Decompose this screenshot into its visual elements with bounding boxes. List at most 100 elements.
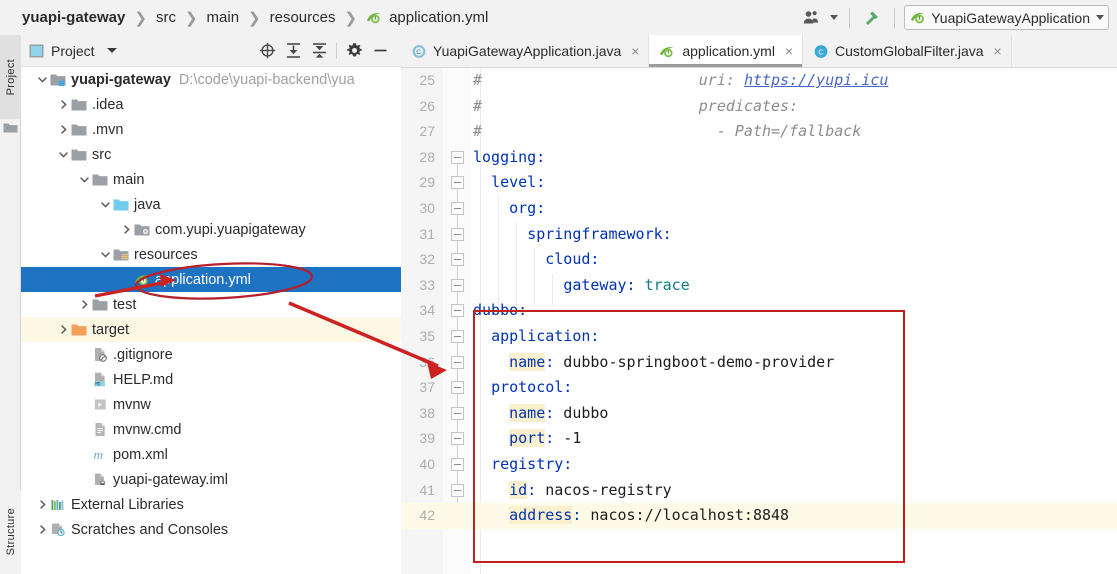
project-panel: Project yuapi-gateway D:\code\yuapi-back… — [21, 35, 401, 574]
editor-tab-customglobalfilter-java[interactable]: C CustomGlobalFilter.java × — [802, 35, 1012, 67]
tree-node-path: D:\code\yuapi-backend\yua — [178, 71, 355, 88]
breadcrumb-item-1[interactable]: src — [156, 9, 176, 26]
tree-node-help-md[interactable]: MD HELP.md — [21, 367, 401, 392]
java-class-icon: C — [411, 44, 427, 59]
tree-node-label: resources — [134, 246, 198, 263]
chevron-right-icon[interactable] — [56, 92, 70, 117]
module-icon — [49, 67, 67, 92]
scratches-icon — [49, 517, 67, 542]
breadcrumb-item-label: yuapi-gateway — [22, 9, 126, 26]
cmd-file-icon — [91, 417, 109, 442]
run-configuration-selector[interactable]: YuapiGatewayApplication — [904, 5, 1109, 30]
spring-boot-icon — [910, 10, 927, 25]
line-number: 28 — [419, 148, 435, 165]
hide-panel-icon[interactable] — [367, 39, 393, 63]
editor-tab-yuapigatewayapplication-java[interactable]: C YuapiGatewayApplication.java × — [401, 35, 650, 67]
tree-node-java[interactable]: java — [21, 192, 401, 217]
tree-node-main[interactable]: main — [21, 167, 401, 192]
line-number: 39 — [419, 430, 435, 447]
settings-gear-icon[interactable] — [341, 39, 367, 63]
chevron-right-icon[interactable] — [119, 217, 133, 242]
tree-node-external-libraries[interactable]: External Libraries — [21, 492, 401, 517]
toolbar-divider — [336, 42, 337, 59]
editor-tab-label: CustomGlobalFilter.java — [834, 43, 984, 59]
chevron-right-icon[interactable] — [35, 517, 49, 542]
folder-gray-icon — [91, 292, 109, 317]
sidebar-tab-structure[interactable]: Structure — [0, 490, 21, 574]
breadcrumb-separator: ❯ — [344, 9, 358, 27]
tree-node-label: main — [113, 171, 145, 188]
close-icon[interactable]: × — [782, 43, 796, 59]
idea-window: yuapi-gateway ❯ src ❯ main ❯ resources ❯ applica… — [0, 0, 1117, 574]
breadcrumb-separator: ❯ — [134, 9, 147, 27]
line-number: 25 — [419, 72, 435, 88]
breadcrumb-item-label: application.yml — [389, 9, 489, 26]
editor-tab-label: application.yml — [682, 43, 775, 59]
editor-tab-application-yml[interactable]: application.yml × — [649, 35, 803, 67]
chevron-right-icon[interactable] — [56, 117, 70, 142]
tree-node--mvn[interactable]: .mvn — [21, 117, 401, 142]
tree-node-com-yupi-yuapigateway[interactable]: com.yupi.yuapigateway — [21, 217, 401, 242]
code-text: # - Path=/fallback — [473, 122, 862, 141]
collapse-all-icon[interactable] — [306, 39, 332, 63]
tree-node-application-yml[interactable]: application.yml — [21, 267, 401, 292]
editor-scrollbar[interactable] — [1111, 101, 1117, 574]
tree-node-mvnw[interactable]: mvnw — [21, 392, 401, 417]
tree-node-resources[interactable]: resources — [21, 242, 401, 267]
build-hammer-icon[interactable] — [857, 5, 887, 31]
sidebar-tab-project[interactable]: Project — [0, 35, 21, 119]
breadcrumb-separator: ❯ — [248, 9, 261, 27]
chevron-down-icon[interactable] — [77, 167, 91, 192]
chevron-right-icon[interactable] — [35, 492, 49, 517]
select-opened-file-icon[interactable] — [254, 39, 280, 63]
expand-all-icon[interactable] — [280, 39, 306, 63]
tree-node-label: yuapi-gateway.iml — [113, 471, 228, 488]
tree-node-label: target — [92, 321, 130, 338]
tree-node-pom-xml[interactable]: m pom.xml — [21, 442, 401, 467]
breadcrumb-item-4[interactable]: application.yml — [366, 9, 488, 26]
tree-node-target[interactable]: target — [21, 317, 401, 342]
tree-node--idea[interactable]: .idea — [21, 92, 401, 117]
chevron-right-icon[interactable] — [77, 292, 91, 317]
tree-node-yuapi-gateway-iml[interactable]: yuapi-gateway.iml — [21, 467, 401, 492]
chevron-down-icon[interactable] — [98, 192, 112, 217]
tree-node-scratches-and-consoles[interactable]: Scratches and Consoles — [21, 517, 401, 542]
chevron-down-icon[interactable] — [1096, 15, 1104, 20]
editor-tab-label: YuapiGatewayApplication.java — [433, 43, 622, 59]
tree-node--gitignore[interactable]: .gitignore — [21, 342, 401, 367]
user-avatar-icon[interactable] — [796, 5, 826, 31]
code-line-29: 29 level: — [401, 170, 1117, 196]
tree-node-label: .mvn — [92, 121, 124, 138]
tree-node-yuapi-gateway[interactable]: yuapi-gateway D:\code\yuapi-backend\yua — [21, 67, 401, 92]
project-tree[interactable]: yuapi-gateway D:\code\yuapi-backend\yua .i… — [21, 67, 401, 574]
tree-node-label: application.yml — [155, 271, 251, 288]
breadcrumb-item-0[interactable]: yuapi-gateway — [22, 9, 125, 26]
top-breadcrumb-bar: yuapi-gateway ❯ src ❯ main ❯ resources ❯ applica… — [0, 0, 1117, 35]
tree-node-mvnw-cmd[interactable]: mvnw.cmd — [21, 417, 401, 442]
close-icon[interactable]: × — [991, 43, 1005, 59]
sidebar-tab-project-label: Project — [4, 58, 17, 96]
code-line-27: 27 # - Path=/fallback — [401, 119, 1117, 145]
chevron-down-icon[interactable] — [56, 142, 70, 167]
chevron-down-icon[interactable] — [826, 5, 842, 31]
breadcrumb-item-2[interactable]: main — [207, 9, 240, 26]
chevron-down-icon[interactable] — [35, 67, 49, 92]
chevron-down-icon[interactable] — [98, 242, 112, 267]
close-icon[interactable]: × — [628, 43, 642, 59]
svg-text:C: C — [416, 49, 421, 56]
tree-node-label: Scratches and Consoles — [71, 521, 229, 538]
chevron-down-icon[interactable] — [106, 48, 117, 53]
chevron-right-icon[interactable] — [56, 317, 70, 342]
toolbar-divider-2 — [894, 7, 896, 28]
tree-node-label: HELP.md — [113, 371, 174, 388]
script-icon — [91, 392, 109, 417]
tree-node-label: com.yupi.yuapigateway — [155, 221, 306, 238]
breadcrumb-item-3[interactable]: resources — [270, 9, 336, 26]
tree-node-src[interactable]: src — [21, 142, 401, 167]
tree-node-test[interactable]: test — [21, 292, 401, 317]
